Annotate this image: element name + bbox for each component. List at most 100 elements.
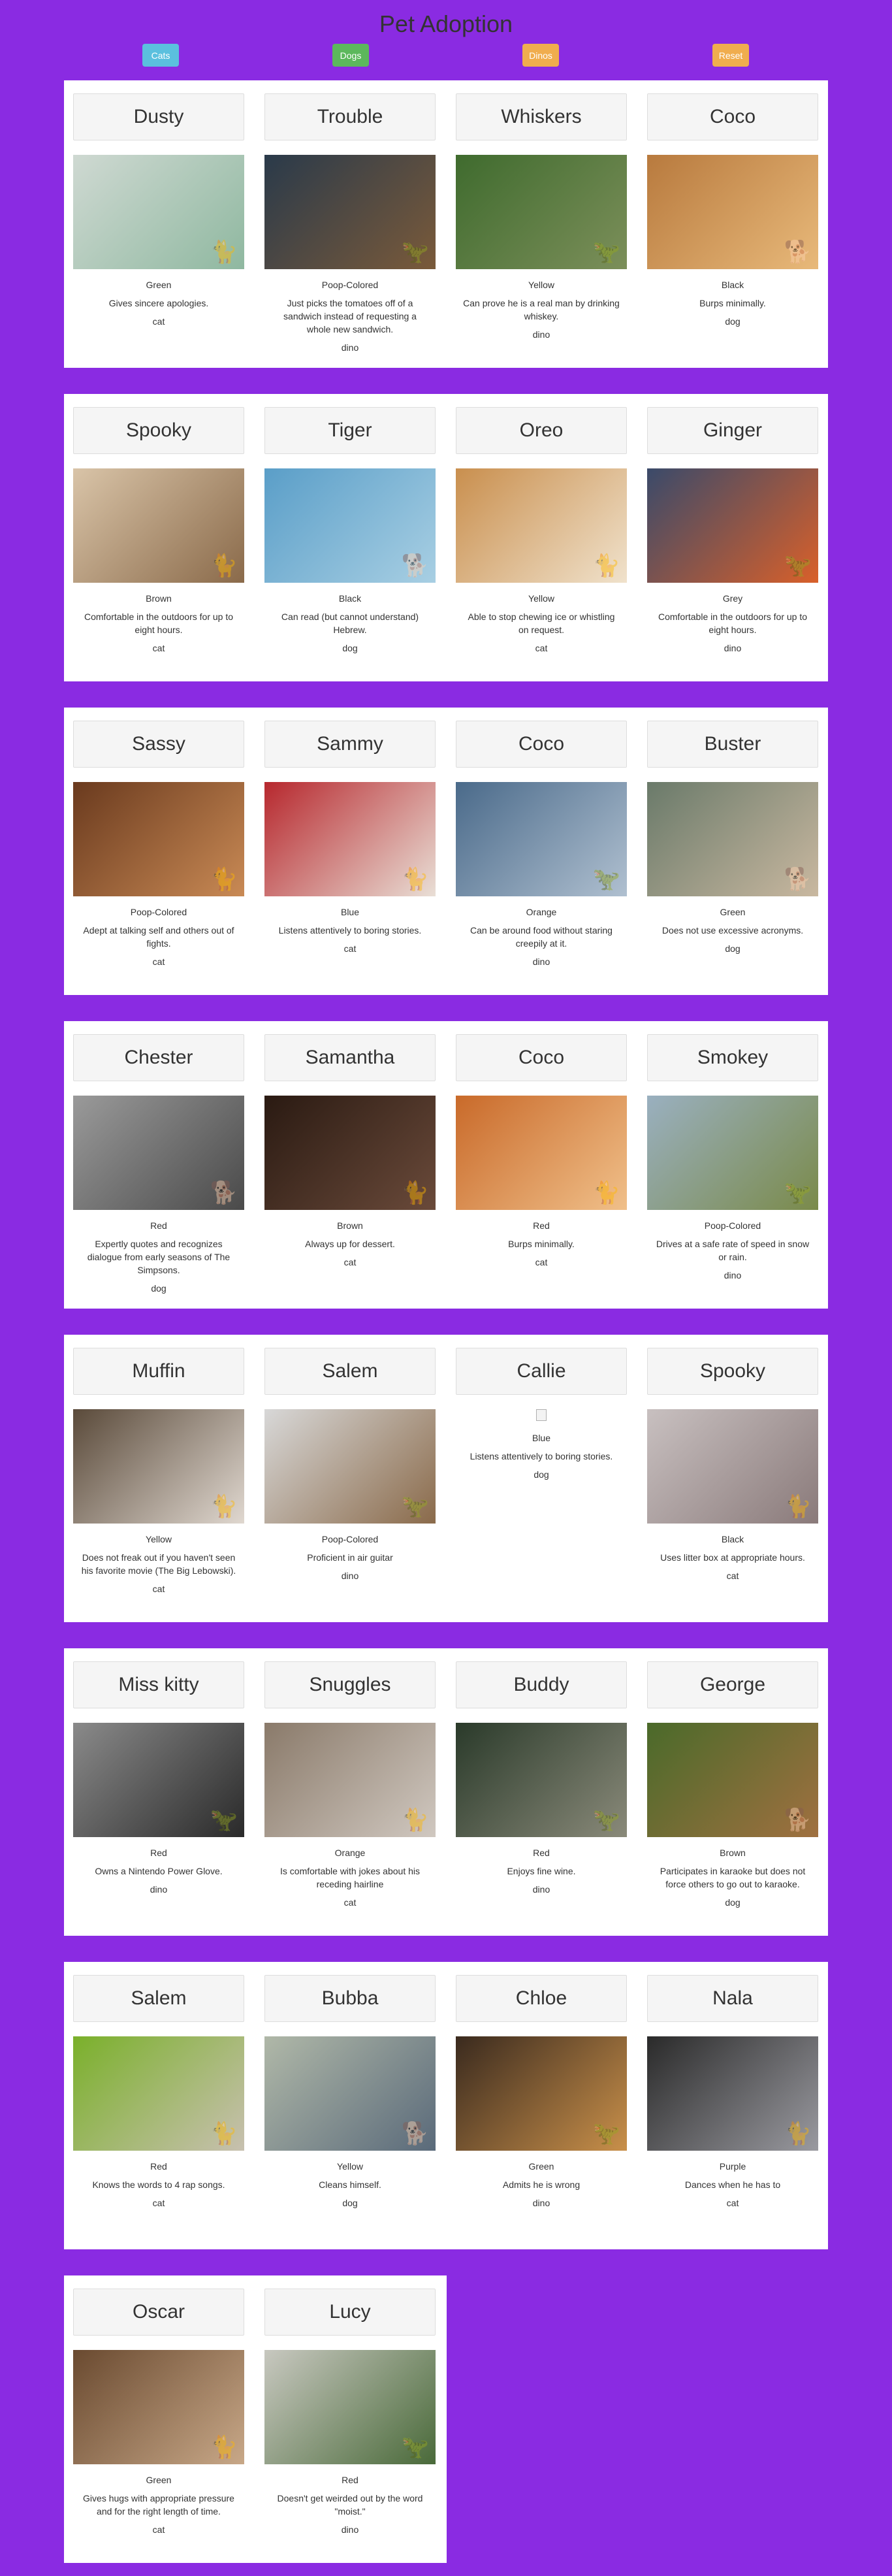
dino-icon: 🦖: [401, 2435, 429, 2460]
pet-card[interactable]: Oscar 🐈 Green Gives hugs with appropriate p…: [73, 2289, 244, 2535]
pet-photo: 🐈: [647, 1409, 818, 1524]
pet-type: cat: [343, 1257, 357, 1267]
filter-reset-button[interactable]: Reset: [712, 44, 749, 67]
pet-name: Whiskers: [456, 93, 627, 140]
pet-card[interactable]: Coco 🐕 Black Burps minimally. dog: [647, 93, 818, 327]
pet-color: Brown: [720, 1848, 746, 1858]
pet-card[interactable]: Miss kitty 🦖 Red Owns a Nintendo Power Glov…: [73, 1661, 244, 1895]
dino-icon: 🦖: [592, 1808, 620, 1833]
pet-photo: 🐕: [647, 782, 818, 896]
pet-type: dino: [341, 1571, 359, 1581]
pet-card[interactable]: Spooky 🐈 Black Uses litter box at appropria…: [647, 1348, 818, 1581]
pet-card[interactable]: Smokey 🦖 Poop-Colored Drives at a safe rate…: [647, 1034, 818, 1280]
pet-card[interactable]: Chloe 🦖 Green Admits he is wrong dino: [456, 1975, 627, 2208]
pet-color: Yellow: [337, 2161, 363, 2172]
pet-card[interactable]: Lucy 🦖 Red Doesn't get weirded out by the w…: [264, 2289, 436, 2535]
pet-type: cat: [535, 643, 548, 653]
pet-trait: Comfortable in the outdoors for up to ei…: [84, 611, 234, 635]
pet-row-panel: Sassy 🐈 Poop-Colored Adept at talking self …: [64, 708, 828, 995]
cat-icon: 🐈: [210, 867, 238, 892]
pet-type: cat: [726, 2198, 739, 2208]
pet-type: dino: [724, 643, 742, 653]
pet-card[interactable]: Dusty 🐈 Green Gives sincere apologies. cat: [73, 93, 244, 327]
pet-card[interactable]: Samantha 🐈 Brown Always up for dessert. cat: [264, 1034, 436, 1267]
pet-card[interactable]: Tiger 🐕 Black Can read (but cannot understa…: [264, 407, 436, 653]
pet-photo: 🐈: [456, 1096, 627, 1210]
pet-card[interactable]: Trouble 🦖 Poop-Colored Just picks the tomat…: [264, 93, 436, 353]
pet-card[interactable]: Bubba 🐕 Yellow Cleans himself. dog: [264, 1975, 436, 2208]
pet-color: Poop-Colored: [704, 1220, 761, 1231]
pet-type: dino: [532, 329, 550, 340]
pet-card[interactable]: Ginger 🦖 Grey Comfortable in the outdoors f…: [647, 407, 818, 653]
pet-trait: Uses litter box at appropriate hours.: [660, 1552, 805, 1563]
pet-name: Salem: [73, 1975, 244, 2022]
pet-name: Spooky: [73, 407, 244, 454]
pet-type: cat: [343, 943, 357, 954]
pet-card[interactable]: Nala 🐈 Purple Dances when he has to cat: [647, 1975, 818, 2208]
pet-type: dog: [342, 2198, 358, 2208]
pet-card[interactable]: Chester 🐕 Red Expertly quotes and recognize…: [73, 1034, 244, 1294]
pet-name: Salem: [264, 1348, 436, 1395]
pet-trait: Admits he is wrong: [502, 2179, 581, 2190]
pet-name: Sammy: [264, 721, 436, 768]
pet-photo: 🦖: [456, 2036, 627, 2151]
dino-icon: 🦖: [592, 2121, 620, 2146]
pet-name: Miss kitty: [73, 1661, 244, 1708]
pet-card[interactable]: George 🐕 Brown Participates in karaoke but …: [647, 1661, 818, 1908]
cat-icon: 🐈: [592, 1181, 620, 1205]
pet-card[interactable]: Spooky 🐈 Brown Comfortable in the outdoors …: [73, 407, 244, 653]
pet-color: Yellow: [528, 593, 554, 604]
pet-card[interactable]: Sassy 🐈 Poop-Colored Adept at talking self …: [73, 721, 244, 967]
pet-card[interactable]: Sammy 🐈 Blue Listens attentively to boring …: [264, 721, 436, 954]
pet-trait: Comfortable in the outdoors for up to ei…: [658, 611, 808, 635]
pet-photo: 🐈: [73, 1409, 244, 1524]
cat-icon: 🐈: [210, 2435, 238, 2460]
pet-card[interactable]: Muffin 🐈 Yellow Does not freak out if you h…: [73, 1348, 244, 1594]
pet-color: Poop-Colored: [130, 907, 187, 917]
pet-trait: Proficient in air guitar: [307, 1552, 393, 1563]
pet-photo: 🐈: [73, 782, 244, 896]
pet-name: Coco: [456, 721, 627, 768]
filter-dogs-button[interactable]: Dogs: [332, 44, 369, 67]
dino-icon: 🦖: [401, 240, 429, 265]
pet-card[interactable]: Snuggles 🐈 Orange Is comfortable with jokes…: [264, 1661, 436, 1908]
pet-card[interactable]: Coco 🦖 Orange Can be around food without st…: [456, 721, 627, 967]
pet-trait: Participates in karaoke but does not for…: [660, 1866, 806, 1889]
cat-icon: 🐈: [210, 553, 238, 578]
pet-name: Trouble: [264, 93, 436, 140]
pet-type: dino: [532, 1884, 550, 1895]
pet-trait: Owns a Nintendo Power Glove.: [95, 1866, 223, 1876]
pet-trait: Dances when he has to: [684, 2179, 781, 2190]
pet-name: Chloe: [456, 1975, 627, 2022]
pet-color: Poop-Colored: [321, 1534, 379, 1544]
pet-color: Red: [150, 2161, 167, 2172]
pet-photo: 🐈: [73, 2036, 244, 2151]
pet-card[interactable]: Oreo 🐈 Yellow Able to stop chewing ice or w…: [456, 407, 627, 653]
pet-card[interactable]: Buster 🐕 Green Does not use excessive acron…: [647, 721, 818, 954]
cat-icon: 🐈: [401, 1181, 429, 1205]
pet-color: Red: [342, 2475, 358, 2485]
pet-card[interactable]: Buddy 🦖 Red Enjoys fine wine. dino: [456, 1661, 627, 1895]
pet-trait: Is comfortable with jokes about his rece…: [280, 1866, 420, 1889]
pet-trait: Gives hugs with appropriate pressure and…: [83, 2493, 234, 2517]
pet-trait: Adept at talking self and others out of …: [83, 925, 234, 949]
pet-card[interactable]: Salem 🦖 Poop-Colored Proficient in air guit…: [264, 1348, 436, 1581]
pet-name: Nala: [647, 1975, 818, 2022]
pet-photo: 🦖: [264, 1409, 436, 1524]
pet-trait: Drives at a safe rate of speed in snow o…: [656, 1239, 810, 1262]
pet-name: Sassy: [73, 721, 244, 768]
pet-type: cat: [343, 1897, 357, 1908]
pet-name: Chester: [73, 1034, 244, 1081]
pet-row-panel: Miss kitty 🦖 Red Owns a Nintendo Power Glov…: [64, 1648, 828, 1936]
pet-color: Green: [146, 2475, 172, 2485]
pet-photo: 🦖: [456, 1723, 627, 1837]
pet-card[interactable]: Callie Blue Listens attentively to boring …: [456, 1348, 627, 1480]
pet-name: Muffin: [73, 1348, 244, 1395]
dog-icon: 🐕: [784, 1808, 812, 1833]
pet-card[interactable]: Salem 🐈 Red Knows the words to 4 rap songs.…: [73, 1975, 244, 2208]
dino-icon: 🦖: [592, 240, 620, 265]
filter-cats-button[interactable]: Cats: [142, 44, 179, 67]
filter-dinos-button[interactable]: Dinos: [522, 44, 559, 67]
pet-card[interactable]: Coco 🐈 Red Burps minimally. cat: [456, 1034, 627, 1267]
pet-card[interactable]: Whiskers 🦖 Yellow Can prove he is a real ma…: [456, 93, 627, 340]
